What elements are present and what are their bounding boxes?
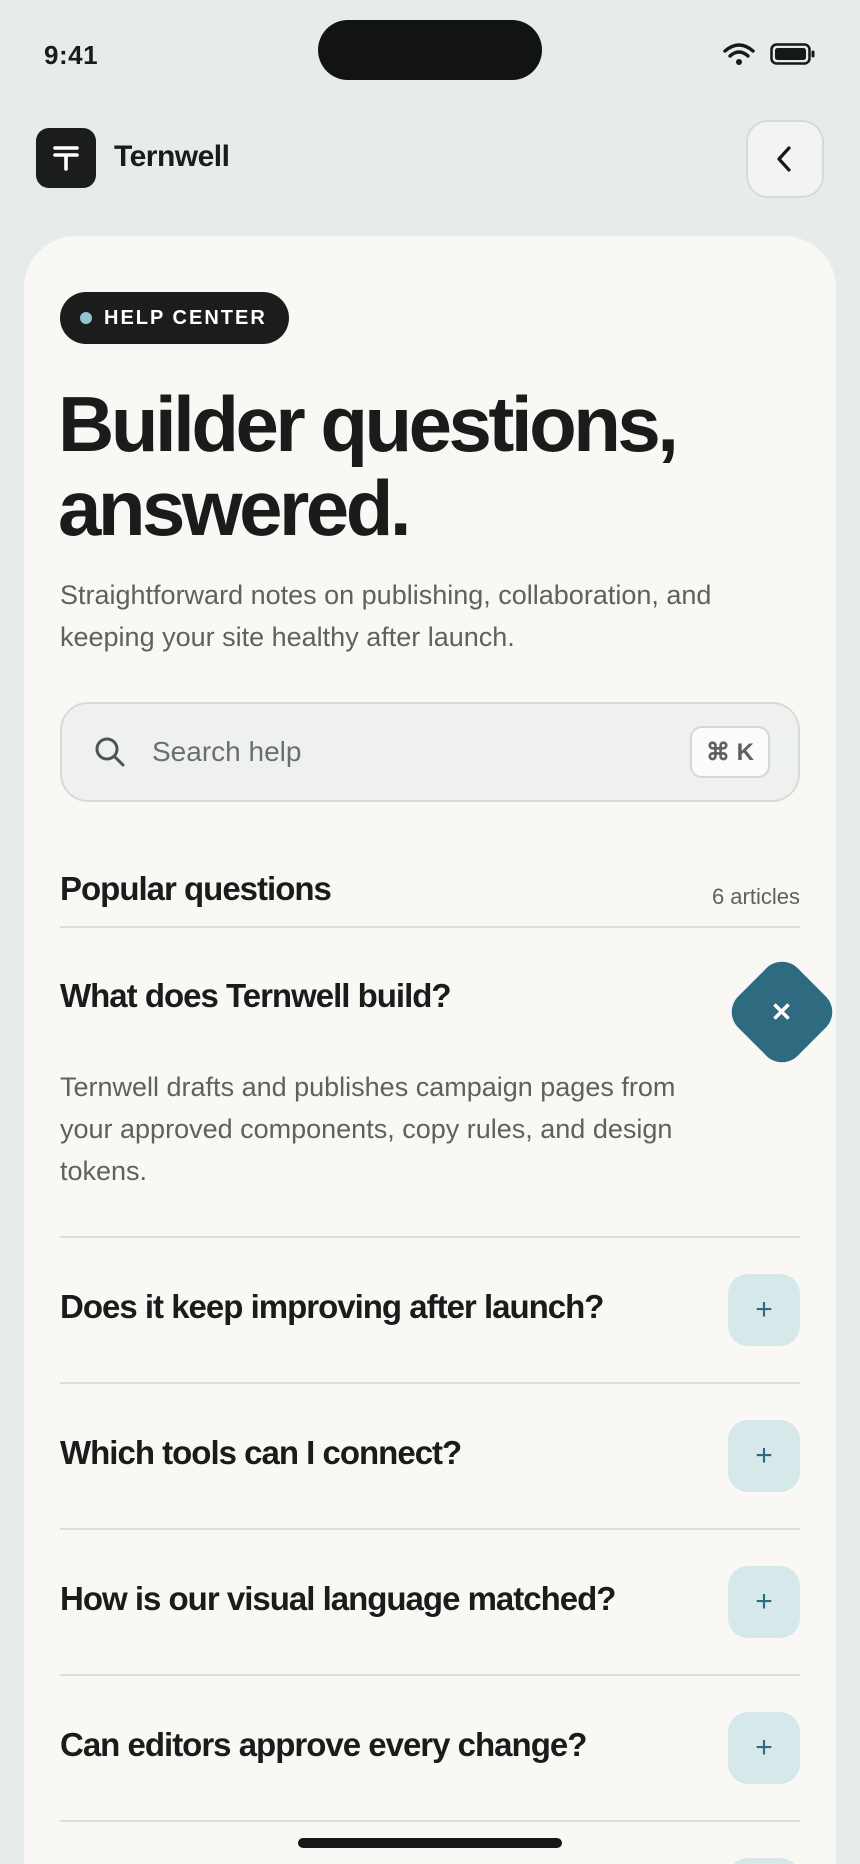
wifi-icon (723, 43, 755, 65)
help-card: HELP CENTER Builder questions, answered.… (24, 236, 842, 1864)
divider (60, 1382, 800, 1384)
chevron-left-icon (777, 146, 791, 172)
plus-icon: + (755, 1585, 773, 1618)
badge-label: HELP CENTER (104, 306, 267, 329)
logo-glyph-icon (53, 146, 79, 171)
collapse-button[interactable]: ✕ (722, 952, 842, 1072)
ternwell-logo (36, 128, 96, 188)
home-indicator (298, 1838, 562, 1848)
page-title: Builder questions, answered. (58, 382, 798, 550)
faq-question[interactable]: How is our visual language matched? (60, 1579, 700, 1619)
section-header: Popular questions 6 articles (60, 858, 800, 928)
status-bar: 9:41 (0, 0, 860, 110)
divider (60, 1528, 800, 1530)
divider (60, 1820, 800, 1822)
plus-icon: + (755, 1293, 773, 1326)
article-count: 6 articles (711, 884, 800, 909)
expand-button[interactable]: + (728, 1566, 800, 1638)
search-bar[interactable]: ⌘ K (60, 702, 800, 802)
shortcut-badge: ⌘ K (690, 726, 770, 778)
close-icon: ✕ (771, 996, 793, 1027)
expand-button[interactable]: + (728, 1274, 800, 1346)
expand-button[interactable]: + (728, 1420, 800, 1492)
brand-name: Ternwell (114, 140, 230, 173)
divider (60, 926, 800, 928)
search-icon (95, 737, 125, 767)
expand-button[interactable]: + (728, 1712, 800, 1784)
faq-question[interactable]: Can editors approve every change? (60, 1725, 700, 1765)
search-input[interactable] (152, 726, 632, 778)
divider (60, 1236, 800, 1238)
dynamic-island (318, 20, 542, 80)
help-center-badge: HELP CENTER (60, 292, 289, 344)
app-header: Ternwell (36, 120, 824, 200)
battery-icon (770, 43, 815, 65)
status-icons (722, 42, 816, 66)
faq-answer: Ternwell drafts and publishes campaign p… (60, 1072, 676, 1186)
status-time: 9:41 (44, 40, 99, 70)
plus-icon: + (755, 1731, 773, 1764)
back-button[interactable] (746, 120, 824, 198)
title-line-2: answered. (58, 464, 412, 552)
faq-question[interactable]: Does it keep improving after launch? (60, 1287, 700, 1327)
page-subtitle: Straightforward notes on publishing, col… (60, 580, 712, 652)
faq-question[interactable]: What does Ternwell build? (60, 976, 700, 1016)
divider (60, 1674, 800, 1676)
plus-icon: + (755, 1439, 773, 1472)
badge-dot (80, 312, 92, 324)
faq-question[interactable]: Which tools can I connect? (60, 1433, 700, 1473)
section-title: Popular questions (60, 870, 332, 907)
title-line-1: Builder questions, (58, 380, 679, 468)
expand-button[interactable] (728, 1858, 800, 1864)
